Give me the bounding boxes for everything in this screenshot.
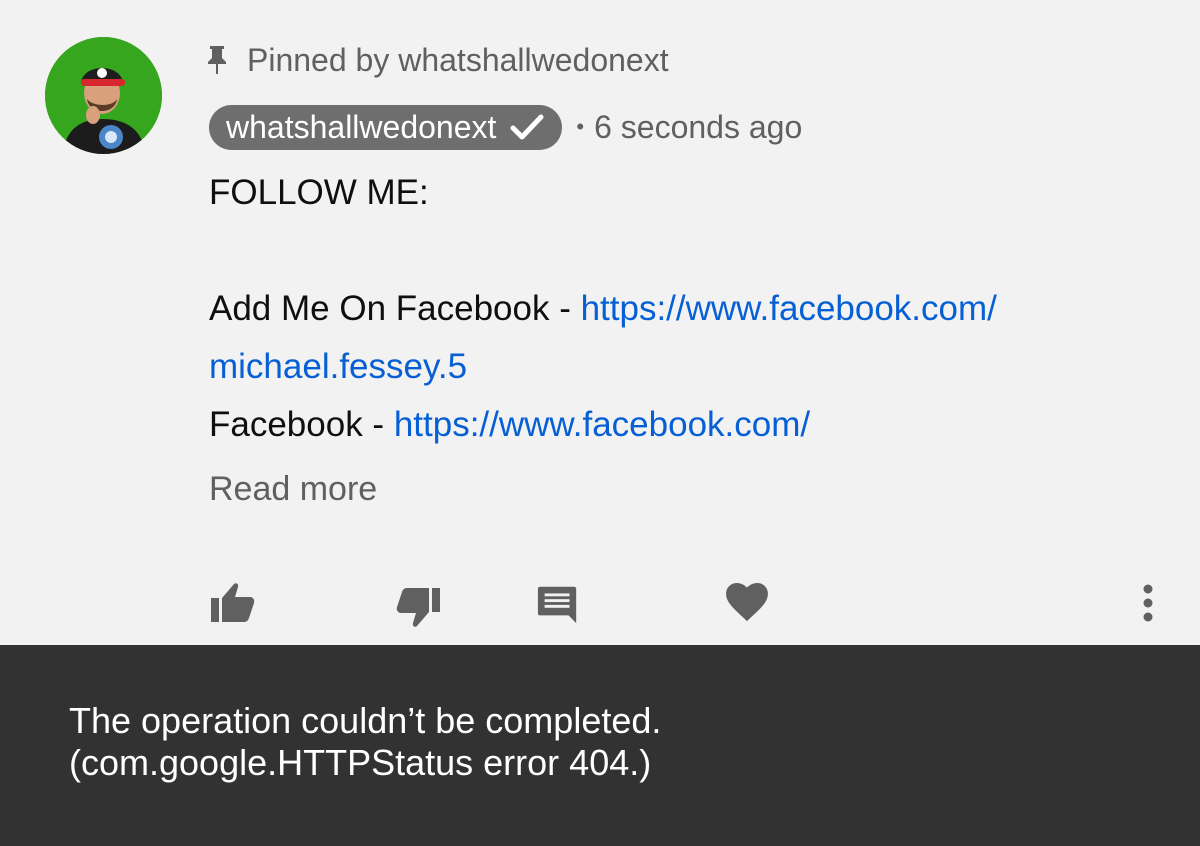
facebook-page-link[interactable]: https://www.facebook.com/	[394, 405, 810, 444]
comment-timestamp: 6 seconds ago	[594, 108, 803, 145]
comment-actions	[0, 575, 1200, 631]
comment-header: whatshallwedonext • 6 seconds ago	[209, 104, 802, 150]
facebook-profile-link-continued[interactable]: michael.fessey.5	[209, 347, 467, 386]
comment-card: Pinned by whatshallwedonext whatshallwed…	[0, 0, 1200, 645]
pinned-label: Pinned by whatshallwedonext	[247, 41, 669, 78]
comment-text: Add Me On Facebook -	[209, 289, 581, 328]
facebook-profile-link[interactable]: https://www.facebook.com/	[581, 289, 997, 328]
comment-line: FOLLOW ME:	[209, 173, 429, 212]
error-message-line: The operation couldn’t be completed.	[69, 700, 662, 741]
pinned-indicator: Pinned by whatshallwedonext	[205, 40, 669, 80]
error-message: The operation couldn’t be completed. (co…	[69, 700, 1149, 784]
comment-line: Facebook - https://www.facebook.com/	[209, 396, 1169, 454]
error-message-line: (com.google.HTTPStatus error 404.)	[69, 742, 652, 783]
like-button[interactable]	[206, 575, 258, 631]
dislike-button[interactable]	[393, 579, 445, 635]
read-more-button[interactable]: Read more	[209, 470, 377, 509]
comment-body: FOLLOW ME: Add Me On Facebook - https://…	[209, 164, 1169, 454]
author-name: whatshallwedonext	[226, 108, 497, 145]
thumbs-up-icon	[211, 583, 255, 622]
comment-line: Add Me On Facebook - https://www.faceboo…	[209, 280, 1169, 338]
comment-line: michael.fessey.5	[209, 338, 1169, 396]
author-badge[interactable]: whatshallwedonext	[209, 104, 563, 150]
more-vert-icon	[1143, 584, 1153, 622]
separator-dot: •	[576, 114, 585, 139]
heart-icon	[726, 583, 768, 622]
thumbs-down-icon	[396, 588, 440, 627]
reply-button[interactable]	[535, 575, 581, 631]
verified-check-icon	[510, 113, 544, 141]
creator-heart-button[interactable]	[724, 575, 770, 631]
pin-icon	[205, 44, 229, 76]
comment-text: Facebook -	[209, 405, 394, 444]
more-options-button[interactable]	[1134, 575, 1162, 631]
avatar[interactable]	[45, 37, 162, 154]
comment-icon	[537, 586, 577, 624]
